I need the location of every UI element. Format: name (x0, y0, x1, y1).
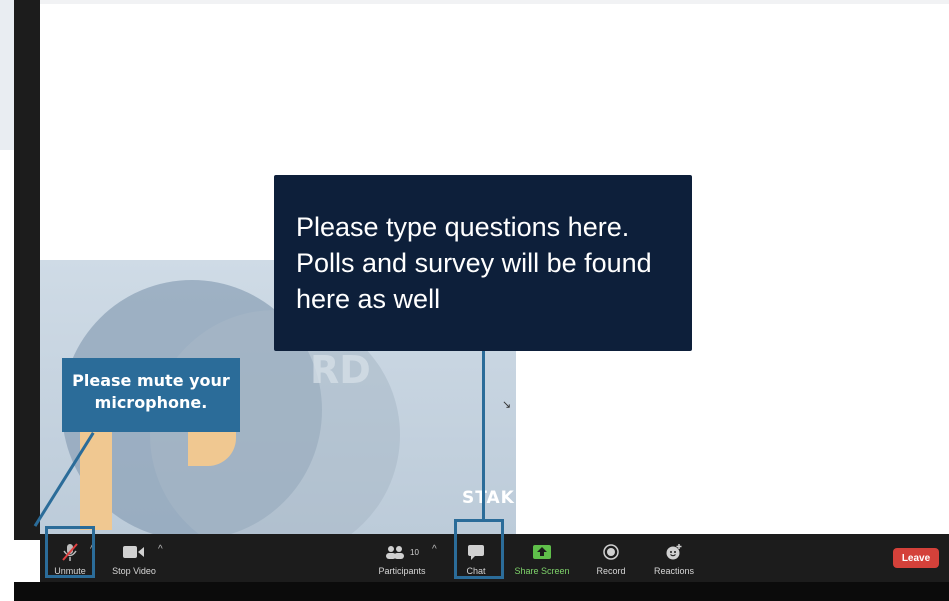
participants-button[interactable]: 10 Participants (370, 534, 434, 582)
shared-text-fragment: STAKE (462, 488, 516, 508)
participants-count: 10 (410, 547, 419, 557)
stop-video-label: Stop Video (112, 566, 156, 576)
reactions-label: Reactions (653, 566, 695, 576)
participants-label: Participants (378, 566, 426, 576)
reactions-button[interactable]: Reactions (646, 534, 702, 582)
faint-background-text: RD (310, 348, 371, 392)
record-button[interactable]: Record (588, 534, 634, 582)
chat-highlight (454, 519, 504, 579)
video-options-caret-icon[interactable]: ^ (158, 544, 163, 555)
share-screen-icon (532, 542, 552, 562)
window-border (14, 0, 40, 540)
record-icon (603, 542, 619, 562)
leave-button[interactable]: Leave (893, 548, 939, 568)
smiley-add-icon (665, 542, 683, 562)
bottom-left-margin (0, 582, 14, 601)
participants-icon: 10 (385, 542, 419, 562)
mute-instruction-callout: Please mute your microphone. (62, 358, 240, 432)
chat-callout-pointer (482, 351, 485, 521)
share-screen-label: Share Screen (514, 566, 570, 576)
stop-video-button[interactable]: Stop Video (106, 534, 162, 582)
unmute-highlight (45, 526, 95, 578)
participants-caret-icon[interactable]: ^ (432, 544, 437, 555)
mouse-cursor-icon: ↘ (502, 399, 512, 411)
left-margin (0, 0, 14, 601)
bottom-edge (14, 582, 949, 601)
share-screen-button[interactable]: Share Screen (510, 534, 574, 582)
record-label: Record (596, 566, 626, 576)
left-margin-panel (0, 0, 14, 150)
chat-instruction-callout: Please type questions here. Polls and su… (274, 175, 692, 351)
video-camera-icon (123, 542, 145, 562)
